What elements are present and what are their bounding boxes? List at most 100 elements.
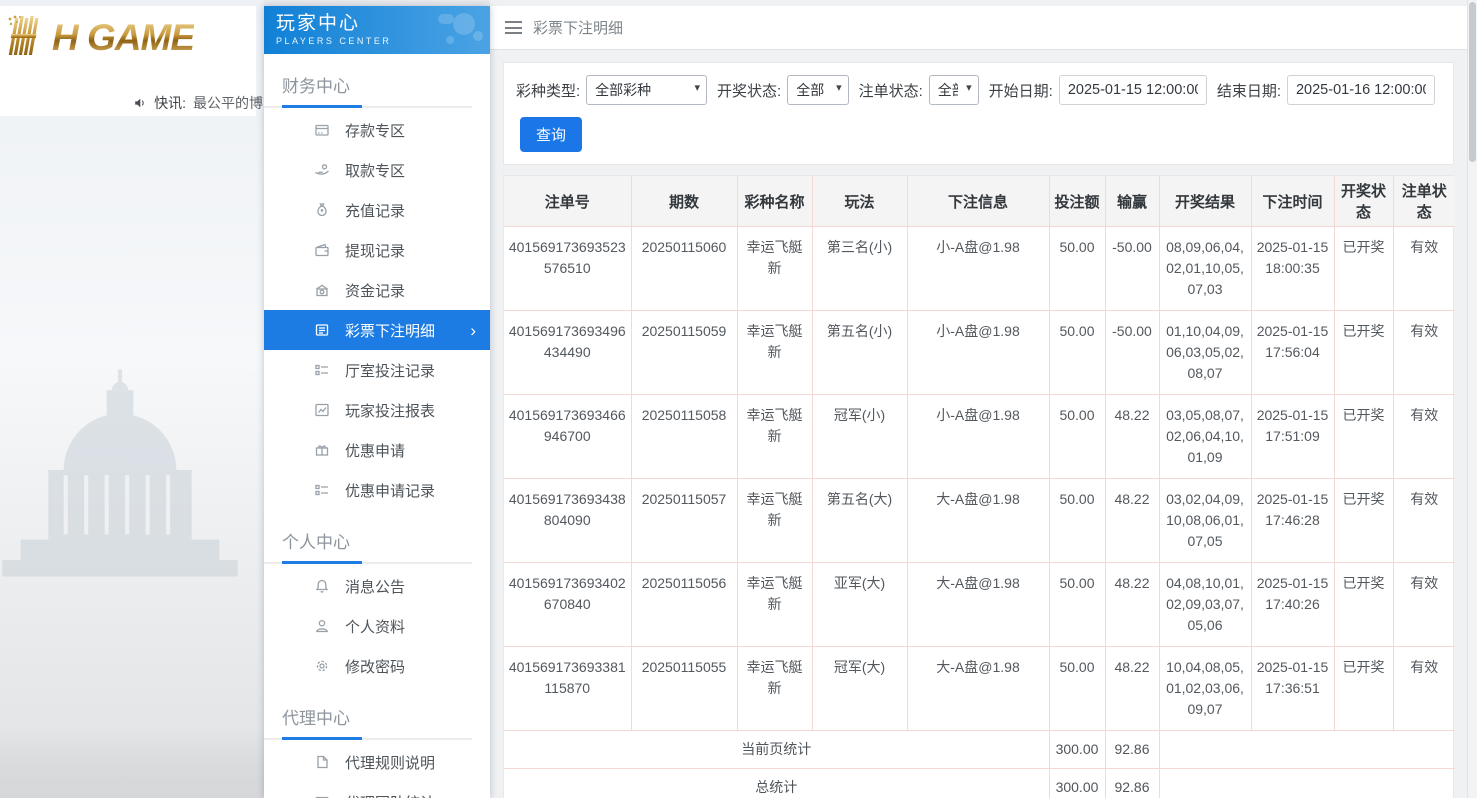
sidebar-item-hall-bet-record[interactable]: 厅室投注记录	[264, 350, 490, 390]
funds-record-icon	[314, 282, 330, 298]
cell-win-loss: 48.22	[1104, 394, 1160, 479]
capitol-building-art	[2, 369, 238, 577]
summary-bet-total: 300.00	[1048, 730, 1106, 769]
sidebar-item-promo-record[interactable]: 优惠申请记录	[264, 470, 490, 510]
filter-row: 彩种类型: 全部彩种 开奖状态: 全部 注单状态: 全部 开始日期: 结束日期:	[514, 75, 1443, 105]
ticker-text: 最公平的博	[193, 95, 263, 111]
main-content: 彩票下注明细 彩种类型: 全部彩种 开奖状态: 全部 注单状态: 全部 开始日期…	[490, 0, 1467, 798]
cell-period: 20250115055	[630, 646, 738, 731]
sidebar-item-agent-team[interactable]: 代理团队统计	[264, 782, 490, 798]
column-header-order-status: 注单状态	[1392, 176, 1455, 227]
section-title: 代理中心	[264, 696, 472, 740]
sidebar-item-withdraw-record[interactable]: 提现记录	[264, 230, 490, 270]
cell-bet-info: 小-A盘@1.98	[906, 394, 1050, 479]
sidebar-item-password[interactable]: 修改密码	[264, 646, 490, 686]
hall-bet-record-icon	[314, 362, 330, 378]
filter-panel: 彩种类型: 全部彩种 开奖状态: 全部 注单状态: 全部 开始日期: 结束日期:…	[503, 62, 1454, 165]
cell-order-id: 401569173693466946700	[504, 394, 632, 479]
draw-status-select[interactable]: 全部	[787, 75, 849, 105]
site-background: H GAME 快讯: 最公平的博	[0, 0, 264, 798]
sidebar-item-label: 消息公告	[345, 578, 406, 596]
recharge-record-icon	[314, 202, 330, 218]
cell-draw-result: 10,04,08,05,01,02,03,06,09,07	[1158, 646, 1252, 731]
lottery-type-select-wrap: 全部彩种	[586, 75, 708, 105]
scrollbar-thumb[interactable]	[1469, 2, 1476, 162]
start-date-label: 开始日期:	[988, 82, 1053, 100]
sidebar-item-bet-detail[interactable]: 彩票下注明细 ›	[264, 310, 490, 350]
page: H GAME 快讯: 最公平的博 玩家中心 PLAYERS CENTER 财务中…	[0, 0, 1477, 798]
speaker-icon	[135, 98, 144, 108]
column-header-bet-time: 下注时间	[1250, 176, 1335, 227]
cell-lottery-name: 幸运飞艇新	[736, 394, 813, 479]
cell-order-id: 401569173693523576510	[504, 226, 632, 311]
start-date-input[interactable]	[1058, 75, 1207, 105]
sidebar-item-label: 彩票下注明细	[345, 322, 436, 340]
cell-lottery-name: 幸运飞艇新	[736, 310, 813, 395]
sidebar-item-player-report[interactable]: 玩家投注报表	[264, 390, 490, 430]
cell-win-loss: 48.22	[1104, 646, 1160, 731]
cell-order-status: 有效	[1392, 226, 1455, 311]
sidebar-item-message[interactable]: 消息公告	[264, 566, 490, 606]
cell-draw-result: 08,09,06,04,02,01,10,05,07,03	[1158, 226, 1252, 311]
order-status-select[interactable]: 全部	[928, 75, 979, 105]
chevron-right-icon: ›	[470, 320, 476, 340]
lottery-type-select[interactable]: 全部彩种	[586, 75, 708, 105]
sidebar-item-funds-record[interactable]: 资金记录	[264, 270, 490, 310]
cell-period: 20250115057	[630, 478, 738, 563]
menu-toggle-icon[interactable]	[505, 21, 522, 34]
table-row: 401569173693402670840 20250115056 幸运飞艇新 亚军(…	[504, 562, 1455, 647]
cell-order-status: 有效	[1392, 310, 1455, 395]
cell-bet-time: 2025-01-15 17:51:09	[1250, 394, 1335, 479]
cell-bet-amount: 50.00	[1048, 646, 1106, 731]
breadcrumb-bar: 彩票下注明细	[490, 6, 1467, 50]
sidebar-item-recharge-record[interactable]: 充值记录	[264, 190, 490, 230]
sidebar-item-label: 存款专区	[345, 122, 406, 140]
cell-bet-info: 大-A盘@1.98	[906, 478, 1050, 563]
agent-team-icon	[314, 794, 330, 798]
cell-play-type: 第五名(大)	[811, 478, 908, 563]
sidebar-item-agent-rules[interactable]: 代理规则说明	[264, 742, 490, 782]
cell-play-type: 第三名(小)	[811, 226, 908, 311]
cell-order-status: 有效	[1392, 646, 1455, 731]
sidebar-item-deposit[interactable]: 存款专区	[264, 110, 490, 150]
sidebar-item-label: 资金记录	[345, 282, 406, 300]
end-date-input[interactable]	[1286, 75, 1435, 105]
lottery-type-label: 彩种类型:	[516, 82, 581, 100]
column-header-draw-status: 开奖状态	[1333, 176, 1394, 227]
site-header: H GAME 快讯: 最公平的博	[0, 6, 263, 116]
sidebar-item-promo-apply[interactable]: 优惠申请	[264, 430, 490, 470]
summary-label: 当前页统计	[504, 730, 1050, 769]
cell-order-id: 401569173693402670840	[504, 562, 632, 647]
table-card: 注单号 期数 彩种名称 玩法 下注信息 投注额 输赢 开奖结果 下注时间 开奖状态 注单状态 4015…	[503, 175, 1455, 798]
sidebar-nav: 财务中心 存款专区 取款专区 充值记录 提现记录 资金记录 彩票下注明细 › 厅室投注记录 玩家投…	[264, 64, 490, 798]
cell-lottery-name: 幸运飞艇新	[736, 646, 813, 731]
cell-order-id: 401569173693381115870	[504, 646, 632, 731]
site-logo[interactable]: H GAME	[0, 6, 256, 56]
table-row: 401569173693466946700 20250115058 幸运飞艇新 冠军(…	[504, 394, 1455, 479]
cell-draw-result: 03,02,04,09,10,08,06,01,07,05	[1158, 478, 1252, 563]
cell-order-status: 有效	[1392, 478, 1455, 563]
search-button[interactable]: 查询	[520, 117, 583, 152]
cell-bet-info: 小-A盘@1.98	[906, 310, 1050, 395]
sidebar-item-withdraw[interactable]: 取款专区	[264, 150, 490, 190]
cell-period: 20250115056	[630, 562, 738, 647]
column-header-bet-amount: 投注额	[1048, 176, 1106, 227]
summary-winloss-total: 92.86	[1104, 768, 1160, 798]
sidebar-item-profile[interactable]: 个人资料	[264, 606, 490, 646]
summary-row: 总统计 300.00 92.86	[504, 768, 1455, 798]
page-title: 彩票下注明细	[533, 20, 624, 37]
player-report-icon	[314, 402, 330, 418]
draw-status-select-wrap: 全部	[787, 75, 849, 105]
vertical-scrollbar	[1467, 0, 1477, 798]
table-row: 401569173693523576510 20250115060 幸运飞艇新 第三名…	[504, 226, 1455, 311]
logo-bars-icon	[8, 15, 39, 55]
cell-draw-status: 已开奖	[1333, 646, 1394, 731]
agent-rules-icon	[314, 754, 330, 770]
cell-draw-status: 已开奖	[1333, 310, 1394, 395]
cell-bet-time: 2025-01-15 18:00:35	[1250, 226, 1335, 311]
cell-order-id: 401569173693438804090	[504, 478, 632, 563]
news-ticker: 快讯: 最公平的博	[133, 93, 263, 113]
cell-bet-amount: 50.00	[1048, 562, 1106, 647]
sidebar-item-label: 玩家投注报表	[345, 402, 436, 420]
table-row: 401569173693438804090 20250115057 幸运飞艇新 第五名…	[504, 478, 1455, 563]
